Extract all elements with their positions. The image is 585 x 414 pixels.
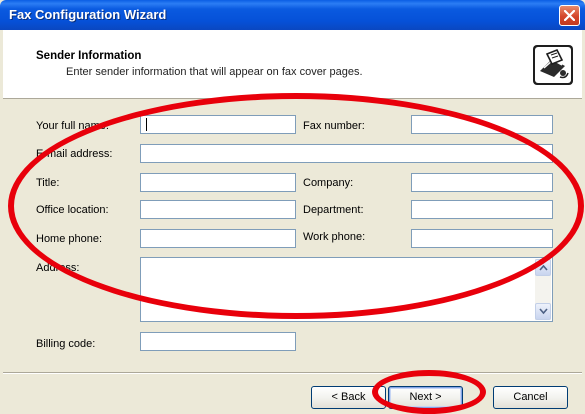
wizard-header: Sender Information Enter sender informat… <box>3 30 582 99</box>
close-icon <box>564 10 575 21</box>
chevron-up-icon <box>539 264 548 271</box>
button-divider <box>3 372 582 374</box>
work-phone-field[interactable] <box>411 229 553 248</box>
scroll-up-button[interactable] <box>535 259 551 276</box>
close-button[interactable] <box>559 5 580 26</box>
home-phone-field[interactable] <box>140 229 296 248</box>
cancel-button[interactable]: Cancel <box>493 386 568 409</box>
fax-number-field[interactable] <box>411 115 553 134</box>
address-label: Address: <box>36 262 80 274</box>
department-field[interactable] <box>411 200 553 219</box>
company-label: Company: <box>303 177 354 189</box>
scroll-down-button[interactable] <box>535 303 551 320</box>
title-label: Title: <box>36 177 60 189</box>
title-field[interactable] <box>140 173 296 192</box>
home-phone-label: Home phone: <box>36 233 103 245</box>
title-bar: Fax Configuration Wizard <box>0 0 585 30</box>
department-label: Department: <box>303 204 364 216</box>
full-name-field[interactable] <box>140 115 296 134</box>
fax-machine-icon <box>533 45 573 85</box>
back-button[interactable]: < Back <box>311 386 386 409</box>
email-label: E-mail address: <box>36 148 113 160</box>
next-button[interactable]: Next > <box>388 386 463 409</box>
billing-code-label: Billing code: <box>36 338 96 350</box>
office-location-label: Office location: <box>36 204 109 216</box>
address-field[interactable] <box>140 257 553 322</box>
office-location-field[interactable] <box>140 200 296 219</box>
work-phone-label: Work phone: <box>303 231 366 243</box>
billing-code-field[interactable] <box>140 332 296 351</box>
full-name-label: Your full name: <box>36 120 109 132</box>
fax-configuration-wizard-window: Fax Configuration Wizard Sender Informat… <box>0 0 585 414</box>
email-field[interactable] <box>140 144 553 163</box>
form-area: Your full name: Fax number: E-mail addre… <box>3 100 582 372</box>
window-title: Fax Configuration Wizard <box>9 7 167 22</box>
text-caret <box>146 118 147 131</box>
company-field[interactable] <box>411 173 553 192</box>
header-title: Sender Information <box>36 50 142 62</box>
address-scrollbar[interactable] <box>535 259 551 320</box>
fax-number-label: Fax number: <box>303 120 365 132</box>
chevron-down-icon <box>539 308 548 315</box>
header-subtitle: Enter sender information that will appea… <box>66 66 363 78</box>
